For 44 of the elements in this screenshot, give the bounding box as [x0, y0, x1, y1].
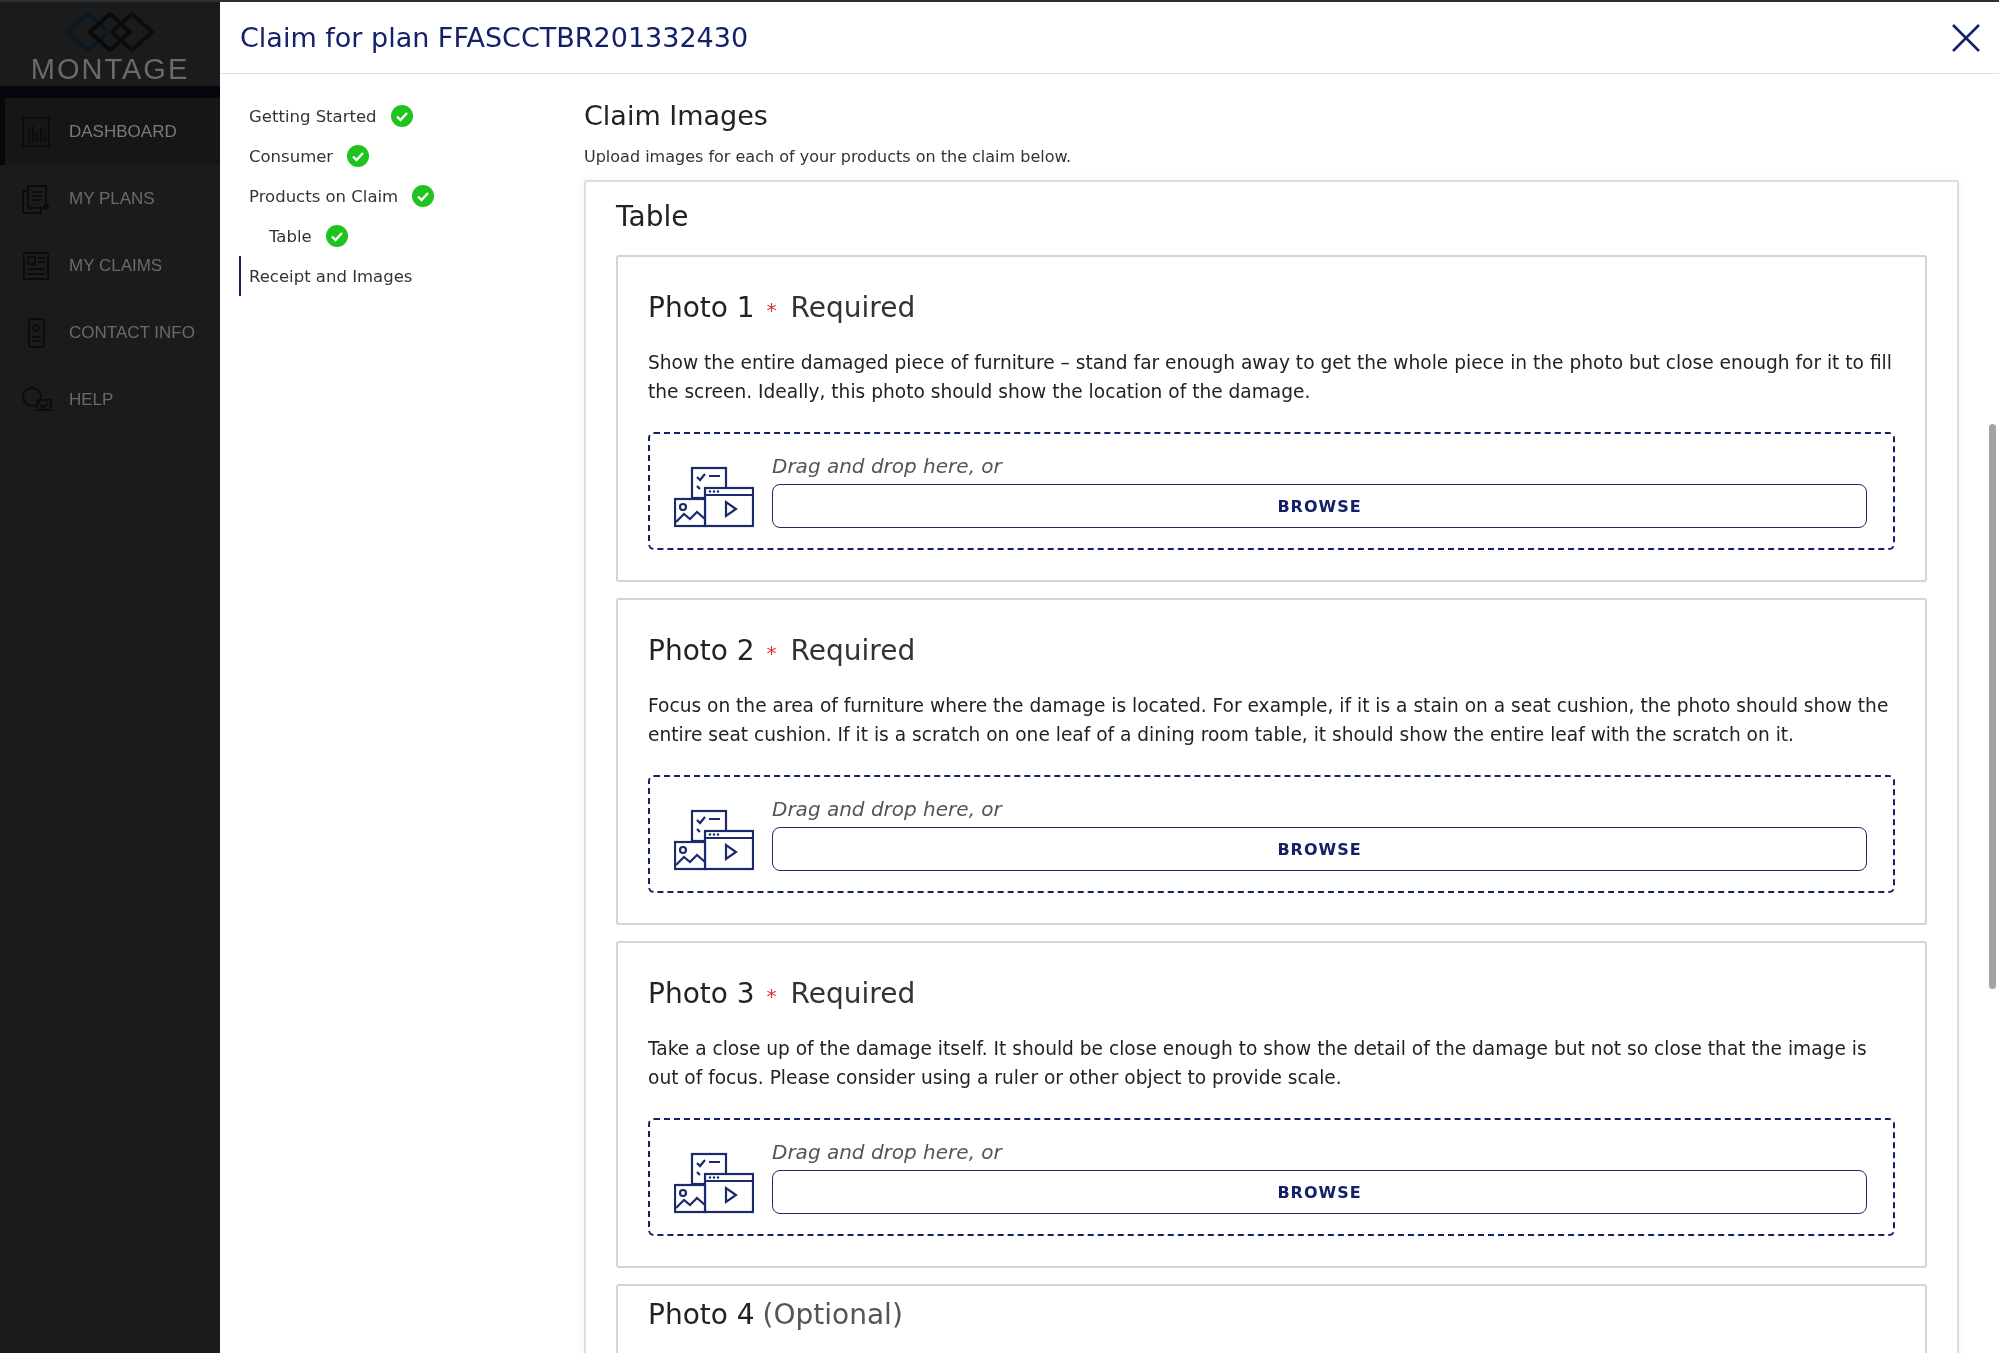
required-asterisk: * [766, 298, 777, 322]
drop-zone[interactable]: Drag and drop here, or BROWSE [648, 775, 1895, 893]
step-link[interactable]: Table [239, 216, 584, 256]
browse-button[interactable]: BROWSE [772, 1170, 1867, 1214]
section-title: Claim Images [584, 100, 769, 131]
required-asterisk: * [766, 984, 777, 1008]
sidebar-item[interactable]: DASHBOARD [0, 98, 220, 165]
scrollbar-thumb[interactable] [1989, 424, 1996, 989]
check-circle-icon [325, 225, 348, 247]
check-circle-icon [347, 145, 370, 167]
photo-description: Focus on the area of furniture where the damage is located. For example, if it is a stain on a seat cushion, the photo should show the entire seat cushion. If it is a scratch on one leaf of a dining room table, it should show the entire leaf with the scratch on it. [648, 694, 1890, 747]
step-link[interactable]: Getting Started [239, 96, 584, 136]
drop-hint: Drag and drop here, or [772, 797, 1004, 821]
photo-note: Required [790, 634, 916, 667]
photo-title: Photo 3 [648, 977, 755, 1010]
photo-note: Required [790, 291, 916, 324]
photo-title: Photo 2 [648, 634, 755, 667]
photo-note: (Optional) [762, 1298, 903, 1331]
step-link[interactable]: Consumer [239, 136, 584, 176]
dialog-title: Claim for plan FFASCCTBR201332430 [240, 22, 749, 53]
drop-hint: Drag and drop here, or [772, 1140, 1004, 1164]
product-title: Table [616, 200, 690, 233]
drop-zone[interactable]: Drag and drop here, or BROWSE [648, 1118, 1895, 1236]
logo-text: MONTAGE [30, 54, 190, 84]
section-subtitle: Upload images for each of your products on the claim below. [584, 147, 1073, 166]
upload-media-icon [674, 1150, 754, 1214]
photo-note: Required [790, 977, 916, 1010]
photo-title: Photo 4 [648, 1298, 755, 1331]
upload-media-icon [674, 464, 754, 528]
photo-description: Take a close up of the damage itself. It should be close enough to show the detail of the damage but not so close that the image is out of focus. Please consider using a ruler or other object to provide scale. [648, 1037, 1868, 1090]
upload-media-icon [674, 807, 754, 871]
required-asterisk: * [766, 641, 777, 665]
step-link[interactable]: Products on Claim [239, 176, 584, 216]
photo-title: Photo 1 [648, 291, 755, 324]
close-button[interactable] [1951, 22, 1981, 53]
drop-zone[interactable]: Drag and drop here, or BROWSE [648, 432, 1895, 550]
check-circle-icon [412, 185, 435, 207]
check-circle-icon [390, 105, 413, 127]
browse-button[interactable]: BROWSE [772, 827, 1867, 871]
step-link[interactable]: Receipt and Images [239, 256, 584, 296]
drop-hint: Drag and drop here, or [772, 454, 1004, 478]
browse-button[interactable]: BROWSE [772, 484, 1867, 528]
photo-description: Show the entire damaged piece of furniture – stand far enough away to get the whole piece in the photo but close enough for it to fill the screen. Ideally, this photo should show the location of the damage. [648, 351, 1893, 404]
close-icon [1951, 22, 1981, 53]
